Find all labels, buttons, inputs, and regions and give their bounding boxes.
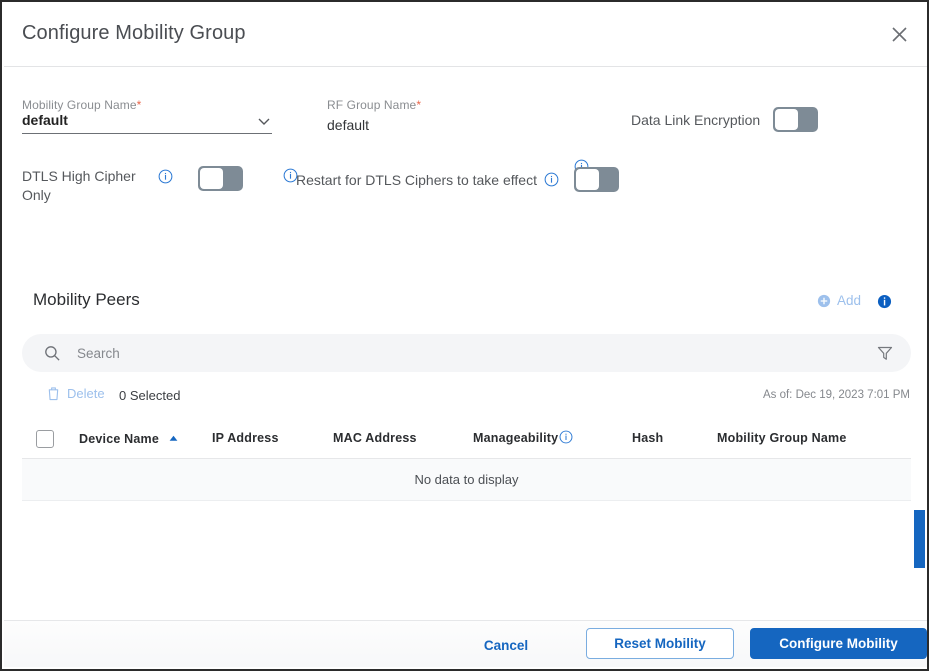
- required-marker: *: [136, 98, 142, 112]
- data-link-encryption-label: Data Link Encryption: [631, 111, 761, 128]
- close-button[interactable]: [885, 20, 913, 48]
- column-header-mobility-group-name[interactable]: Mobility Group Name: [717, 431, 847, 445]
- mobility-group-name-label: Mobility Group Name*: [22, 98, 142, 112]
- mobility-peers-table: Device Name IP Address MAC Address Manag…: [22, 422, 911, 501]
- peers-action-bar: Delete 0 Selected As of: Dec 19, 2023 7:…: [22, 384, 911, 412]
- toggle-knob: [775, 109, 799, 130]
- dialog-footer: Cancel Reset Mobility Configure Mobility: [4, 620, 927, 667]
- column-header-hash[interactable]: Hash: [632, 431, 663, 445]
- mobility-group-name-select[interactable]: default: [22, 112, 272, 134]
- search-input[interactable]: [75, 344, 719, 362]
- mobility-peers-info-icon[interactable]: [877, 294, 892, 309]
- peers-search-bar: [22, 334, 911, 372]
- configure-mobility-group-dialog: Configure Mobility Group Mobility Group …: [0, 0, 929, 671]
- rf-group-name-label: RF Group Name*: [327, 98, 422, 112]
- dtls-high-cipher-toggle[interactable]: [198, 166, 243, 191]
- column-header-device-name[interactable]: Device Name: [79, 431, 178, 446]
- reset-mobility-button[interactable]: Reset Mobility: [586, 628, 734, 659]
- select-all-checkbox[interactable]: [36, 430, 54, 448]
- restart-dtls-label: Restart for DTLS Ciphers to take effect: [296, 171, 537, 188]
- mobility-group-name-value: default: [22, 112, 68, 128]
- dtls-high-cipher-row: DTLS High Cipher Only: [22, 166, 243, 205]
- toggle-knob: [575, 169, 599, 190]
- manageability-info-icon[interactable]: [559, 430, 574, 445]
- as-of-timestamp: As of: Dec 19, 2023 7:01 PM: [762, 389, 910, 401]
- dtls-high-cipher-label: DTLS High Cipher Only: [22, 168, 136, 203]
- column-header-mac-address[interactable]: MAC Address: [333, 431, 417, 445]
- table-header-row: Device Name IP Address MAC Address Manag…: [22, 422, 911, 459]
- add-peer-label: Add: [836, 293, 861, 308]
- dialog-header: Configure Mobility Group: [4, 4, 927, 67]
- mobility-peers-title: Mobility Peers: [33, 290, 140, 309]
- mobility-peers-header: Mobility Peers Add: [4, 290, 927, 330]
- sort-asc-icon: [169, 431, 178, 445]
- close-icon: [891, 26, 908, 43]
- delete-button[interactable]: Delete: [47, 386, 105, 401]
- dtls-high-cipher-info-icon[interactable]: [158, 169, 173, 184]
- plus-circle-icon: [817, 294, 831, 308]
- empty-message: No data to display: [414, 472, 519, 487]
- search-icon: [44, 345, 61, 362]
- selected-count: 0 Selected: [119, 388, 181, 403]
- data-link-encryption-row: Data Link Encryption: [631, 107, 819, 132]
- restart-dtls-row: Restart for DTLS Ciphers to take effect: [296, 167, 619, 192]
- restart-dtls-info-icon[interactable]: [544, 172, 559, 187]
- table-empty-row: No data to display: [22, 459, 911, 501]
- delete-label: Delete: [67, 386, 105, 401]
- column-header-ip-address[interactable]: IP Address: [212, 431, 279, 445]
- cancel-button[interactable]: Cancel: [470, 633, 542, 657]
- required-marker: *: [416, 98, 422, 112]
- toggle-knob: [200, 168, 223, 189]
- add-peer-button[interactable]: Add: [817, 293, 861, 308]
- mobility-group-name-field: Mobility Group Name* default: [22, 98, 272, 134]
- column-header-manageability[interactable]: Manageability: [473, 431, 558, 445]
- filter-funnel-icon[interactable]: [875, 343, 895, 363]
- vertical-scrollbar-thumb[interactable]: [914, 510, 925, 568]
- rf-group-name-value: default: [327, 117, 370, 133]
- restart-dtls-toggle[interactable]: [573, 167, 619, 192]
- trash-icon: [47, 386, 60, 401]
- page-title: Configure Mobility Group: [22, 22, 246, 44]
- configure-mobility-button[interactable]: Configure Mobility: [750, 628, 927, 659]
- data-link-encryption-toggle[interactable]: [773, 107, 819, 132]
- chevron-down-icon: [256, 113, 272, 129]
- rf-group-name-field: RF Group Name* default: [327, 98, 577, 133]
